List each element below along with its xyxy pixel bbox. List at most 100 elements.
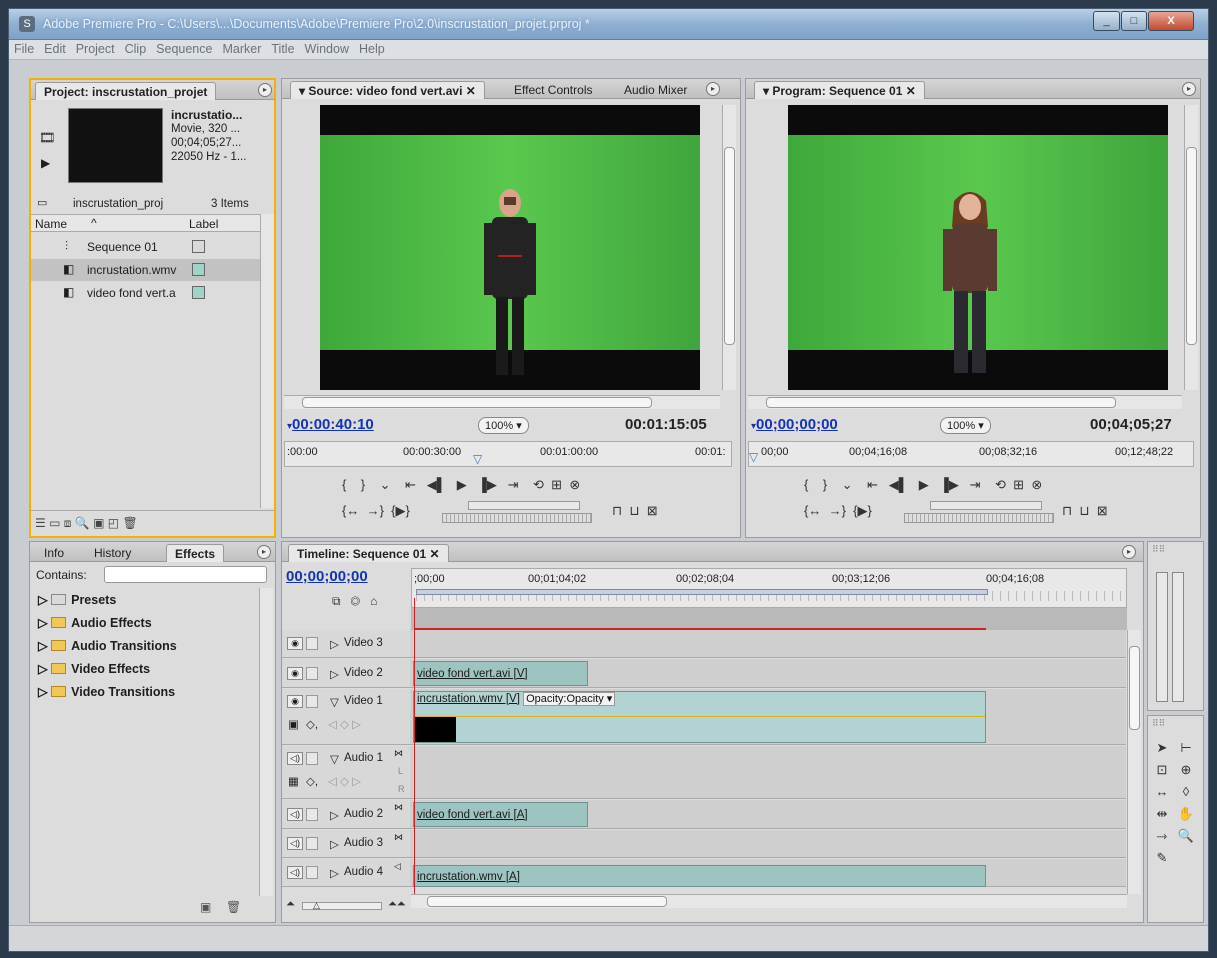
label-swatch[interactable] (192, 286, 205, 299)
mark-out-icon[interactable]: } (361, 477, 365, 492)
go-to-out-icon[interactable]: ⇥ (508, 477, 519, 492)
output-icon[interactable]: ⊗ (1031, 477, 1042, 492)
selection-tool-icon[interactable]: ➤ (1152, 738, 1172, 758)
work-area-bar[interactable] (416, 589, 988, 595)
delete-icon[interactable]: 🗑 (122, 516, 137, 530)
step-forward-icon[interactable]: ▐▶ (940, 477, 959, 492)
lock-icon[interactable] (306, 695, 318, 708)
trim-icon[interactable]: ⊠ (1097, 503, 1108, 518)
keyframe-toggle-icon[interactable]: ◇, (306, 717, 318, 731)
source-video[interactable] (320, 105, 700, 390)
expand-triangle-icon[interactable]: ▷ (38, 685, 48, 699)
zoom-slider[interactable]: △ (302, 900, 382, 910)
playhead-icon[interactable]: ▽ (473, 452, 482, 466)
track-expand-icon[interactable]: ▷ (330, 866, 339, 880)
track-expand-icon[interactable]: ▷ (330, 808, 339, 822)
list-item[interactable]: ⫶ Sequence 01 (31, 236, 260, 258)
zoom-out-icon[interactable]: ⏶ (286, 898, 295, 911)
source-zoom-dropdown[interactable]: 100% ▾ (478, 417, 529, 434)
lock-icon[interactable] (306, 866, 318, 879)
eye-icon[interactable]: ◉ (287, 695, 303, 708)
loop-icon[interactable]: ⟲ (533, 477, 544, 492)
label-swatch[interactable] (192, 263, 205, 276)
opacity-line[interactable] (414, 716, 985, 717)
timeline-hscroll[interactable] (411, 894, 1127, 908)
eye-icon[interactable]: ◉ (287, 667, 303, 680)
play-preview-icon[interactable]: ▶ (41, 156, 50, 170)
project-scrollbar[interactable] (260, 214, 274, 508)
lock-icon[interactable] (306, 637, 318, 650)
clip-incrustation-audio[interactable]: incrustation.wmv [A] (413, 865, 986, 887)
panel-menu-icon[interactable]: ▸ (258, 83, 272, 97)
snap-icon[interactable]: ⧉ (332, 594, 341, 608)
column-name[interactable]: Name (35, 217, 67, 231)
mark-out-icon[interactable]: } (823, 477, 827, 492)
slide-tool-icon[interactable]: ⤑ (1152, 826, 1172, 846)
track-expand-icon[interactable]: ▷ (330, 637, 339, 651)
clip-incrustation[interactable]: incrustation.wmv [V] Opacity:Opacity ▾ (413, 691, 986, 743)
close-tab-icon[interactable]: ✕ (906, 84, 916, 98)
razor-tool-icon[interactable]: ◊ (1176, 782, 1196, 802)
timeline-vscroll[interactable] (1127, 630, 1141, 894)
source-hscroll[interactable] (284, 395, 720, 409)
insert-icon[interactable]: ⊓ (612, 503, 622, 518)
expand-triangle-icon[interactable]: ▷ (38, 616, 48, 630)
track-header-audio3[interactable]: ◁) ▷ Audio 3 ⋈ (282, 830, 410, 858)
label-swatch[interactable] (192, 240, 205, 253)
step-forward-icon[interactable]: ▐▶ (478, 477, 497, 492)
close-tab-icon[interactable]: ✕ (430, 547, 440, 561)
program-video[interactable] (788, 105, 1168, 390)
icon-view-icon[interactable]: ▭ (49, 516, 60, 530)
menu-file[interactable]: File (9, 40, 39, 56)
tab-timeline[interactable]: Timeline: Sequence 01 ✕ (288, 544, 449, 562)
shuttle-slider[interactable] (468, 501, 580, 510)
track-header-video2[interactable]: ◉ ▷ Video 2 (282, 659, 410, 688)
panel-menu-icon[interactable]: ▸ (1182, 82, 1196, 96)
tab-history[interactable]: History (86, 544, 139, 562)
track-lane-video3[interactable] (410, 630, 1126, 658)
track-collapse-icon[interactable]: ▽ (330, 695, 339, 709)
jog-next-icon[interactable]: →} (829, 503, 846, 518)
output-icon[interactable]: ⊗ (569, 477, 580, 492)
close-tab-icon[interactable]: ✕ (466, 84, 476, 98)
shuttle-slider[interactable] (930, 501, 1042, 510)
set-marker-icon[interactable]: ⌄ (380, 477, 391, 492)
pen-tool-icon[interactable]: ✎ (1152, 848, 1172, 868)
tab-source[interactable]: ▾ Source: video fond vert.avi ✕ (290, 81, 485, 99)
effects-search-input[interactable] (104, 566, 267, 583)
speaker-icon[interactable]: ◁) (287, 752, 303, 765)
program-vscroll[interactable] (1184, 105, 1198, 390)
menu-marker[interactable]: Marker (217, 40, 266, 56)
zoom-tool-icon[interactable]: 🔍 (1176, 826, 1196, 846)
playhead-icon[interactable]: ▽ (749, 450, 758, 464)
track-lane-audio4[interactable]: incrustation.wmv [A] (410, 859, 1126, 887)
panel-menu-icon[interactable]: ▸ (257, 545, 271, 559)
slip-tool-icon[interactable]: ⇹ (1152, 804, 1172, 824)
track-lane-video1[interactable]: incrustation.wmv [V] Opacity:Opacity ▾ (410, 689, 1126, 745)
display-style-icon[interactable]: ▣ (288, 717, 299, 731)
zoom-in-icon[interactable]: ⏶⏶ (388, 898, 406, 911)
menu-help[interactable]: Help (354, 40, 390, 56)
track-header-video3[interactable]: ◉ ▷ Video 3 (282, 630, 410, 658)
menu-sequence[interactable]: Sequence (151, 40, 217, 56)
tree-item-audio-effects[interactable]: ▷ Audio Effects (38, 615, 152, 630)
keyframe-nav-icon[interactable]: ◁ ◇ ▷ (328, 717, 361, 731)
menu-clip[interactable]: Clip (120, 40, 152, 56)
tab-effect-controls[interactable]: Effect Controls (506, 81, 600, 99)
track-header-audio4[interactable]: ◁) ▷ Audio 4 ◁ (282, 859, 410, 887)
set-marker-icon[interactable]: ⌄ (842, 477, 853, 492)
sort-ascending-icon[interactable]: ^ (91, 216, 97, 230)
timeline-ruler[interactable]: ;00;00 00;01;04;02 00;02;08;04 00;03;12;… (411, 568, 1127, 608)
menu-window[interactable]: Window (300, 40, 354, 56)
eye-icon[interactable]: ◉ (287, 637, 303, 650)
set-marker-icon[interactable]: ⌂ (370, 594, 377, 608)
delete-icon[interactable]: 🗑 (226, 900, 241, 914)
minimize-button[interactable]: _ (1093, 11, 1120, 31)
mark-in-icon[interactable]: { (342, 477, 346, 492)
mark-in-icon[interactable]: { (804, 477, 808, 492)
panel-menu-icon[interactable]: ▸ (1122, 545, 1136, 559)
automate-icon[interactable]: ⧈ (64, 516, 72, 530)
safe-margins-icon[interactable]: ⊞ (551, 477, 562, 492)
clip-video-fond-vert-audio[interactable]: video fond vert.avi [A] (413, 802, 588, 827)
program-hscroll[interactable] (748, 395, 1182, 409)
